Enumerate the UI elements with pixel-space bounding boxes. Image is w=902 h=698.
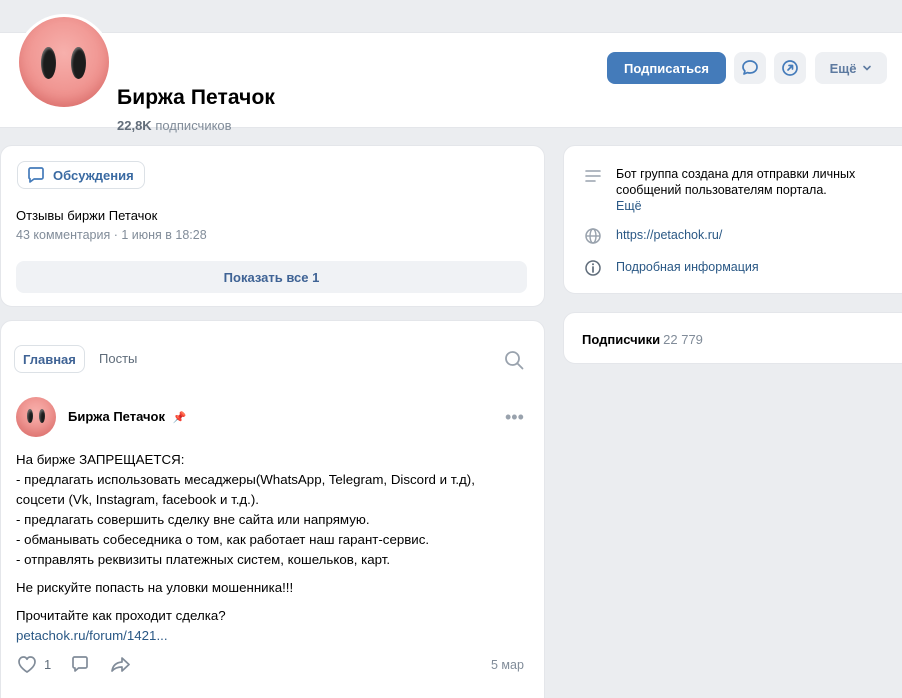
- discussions-button[interactable]: Обсуждения: [17, 161, 145, 189]
- comment-button[interactable]: [69, 654, 91, 674]
- text-lines-icon: [585, 170, 601, 182]
- post-line: - предлагать использовать месаджеры(What…: [16, 472, 475, 487]
- info-circle-icon: [585, 260, 601, 276]
- post-line: - обманывать собеседника о том, как рабо…: [16, 532, 430, 547]
- heart-icon: [18, 656, 36, 673]
- description-row: Бот группа создана для отправки личных с…: [584, 166, 886, 214]
- like-button[interactable]: 1: [16, 654, 51, 674]
- topic-title[interactable]: Отзывы биржи Петачок: [16, 208, 157, 223]
- tab-posts[interactable]: Посты: [99, 351, 137, 366]
- post-line: - отправлять реквизиты платежных систем,…: [16, 552, 391, 567]
- post-author-avatar[interactable]: [16, 397, 56, 437]
- subscribers-block-label: Подписчики: [582, 332, 661, 347]
- show-all-button[interactable]: Показать все 1: [16, 261, 527, 293]
- share-button[interactable]: [774, 52, 806, 84]
- globe-icon: [585, 228, 601, 244]
- details-row: Подробная информация: [584, 259, 759, 277]
- group-avatar[interactable]: [16, 14, 112, 110]
- pig-snout-image: [19, 17, 109, 107]
- info-block: Бот группа создана для отправки личных с…: [563, 145, 902, 294]
- tab-main[interactable]: Главная: [14, 345, 85, 373]
- post-menu-icon[interactable]: •••: [505, 407, 524, 428]
- website-link[interactable]: https://petachok.ru/: [616, 227, 722, 243]
- subscribers-label: подписчиков: [155, 118, 232, 133]
- post-question: Прочитайте как проходит сделка?: [16, 608, 226, 623]
- group-header: Биржа Петачок 22,8K подписчиков: [0, 32, 902, 133]
- group-name: Биржа Петачок: [117, 86, 275, 109]
- discussion-icon: [28, 167, 44, 183]
- description-more-link[interactable]: Ещё: [616, 199, 642, 213]
- more-button-label: Ещё: [829, 60, 857, 76]
- chevron-down-icon: [863, 65, 872, 71]
- post-actions: 1: [16, 654, 133, 674]
- share-arrow-icon: [782, 60, 798, 76]
- share-icon: [111, 657, 131, 672]
- subscribers-count: 22,8K: [117, 118, 152, 133]
- wall-block: Главная Посты Биржа Петачок 📌 ••• На бир…: [0, 320, 545, 698]
- post-author-row: Биржа Петачок 📌: [68, 409, 186, 424]
- comment-icon: [72, 656, 89, 672]
- post-line: На бирже ЗАПРЕЩАЕТСЯ:: [16, 452, 185, 467]
- group-description: Бот группа создана для отправки личных с…: [616, 167, 856, 197]
- post-date[interactable]: 5 мар: [491, 658, 524, 672]
- pig-snout-image: [16, 397, 56, 437]
- post-text: На бирже ЗАПРЕЩАЕТСЯ: - предлагать испол…: [16, 450, 531, 646]
- post-line: - предлагать совершить сделку вне сайта …: [16, 512, 370, 527]
- post-link[interactable]: petachok.ru/forum/1421...: [16, 626, 531, 646]
- chat-bubble-icon: [742, 60, 758, 75]
- post-author-name[interactable]: Биржа Петачок: [68, 409, 165, 424]
- share-post-button[interactable]: [109, 654, 133, 674]
- post-line: соцсети (Vk, Instagram, facebook и т.д.)…: [16, 492, 259, 507]
- subscribers-block-count: 22 779: [663, 332, 703, 347]
- discussions-button-label: Обсуждения: [53, 167, 134, 183]
- message-button[interactable]: [734, 52, 766, 84]
- more-button[interactable]: Ещё: [815, 52, 887, 84]
- details-link[interactable]: Подробная информация: [616, 259, 759, 275]
- subscribers-block[interactable]: Подписчики 22 779: [563, 312, 902, 364]
- subscribe-button[interactable]: Подписаться: [607, 52, 726, 84]
- post-warning: Не рискуйте попасть на уловки мошенника!…: [16, 580, 294, 595]
- search-icon[interactable]: [503, 349, 525, 371]
- like-count: 1: [44, 656, 52, 672]
- pin-icon: 📌: [172, 412, 187, 424]
- discussions-block: Обсуждения Отзывы биржи Петачок 43 комме…: [0, 145, 545, 307]
- topic-meta: 43 комментария · 1 июня в 18:28: [16, 228, 207, 242]
- subscribers-summary[interactable]: 22,8K подписчиков: [117, 118, 232, 133]
- website-row: https://petachok.ru/: [584, 227, 722, 245]
